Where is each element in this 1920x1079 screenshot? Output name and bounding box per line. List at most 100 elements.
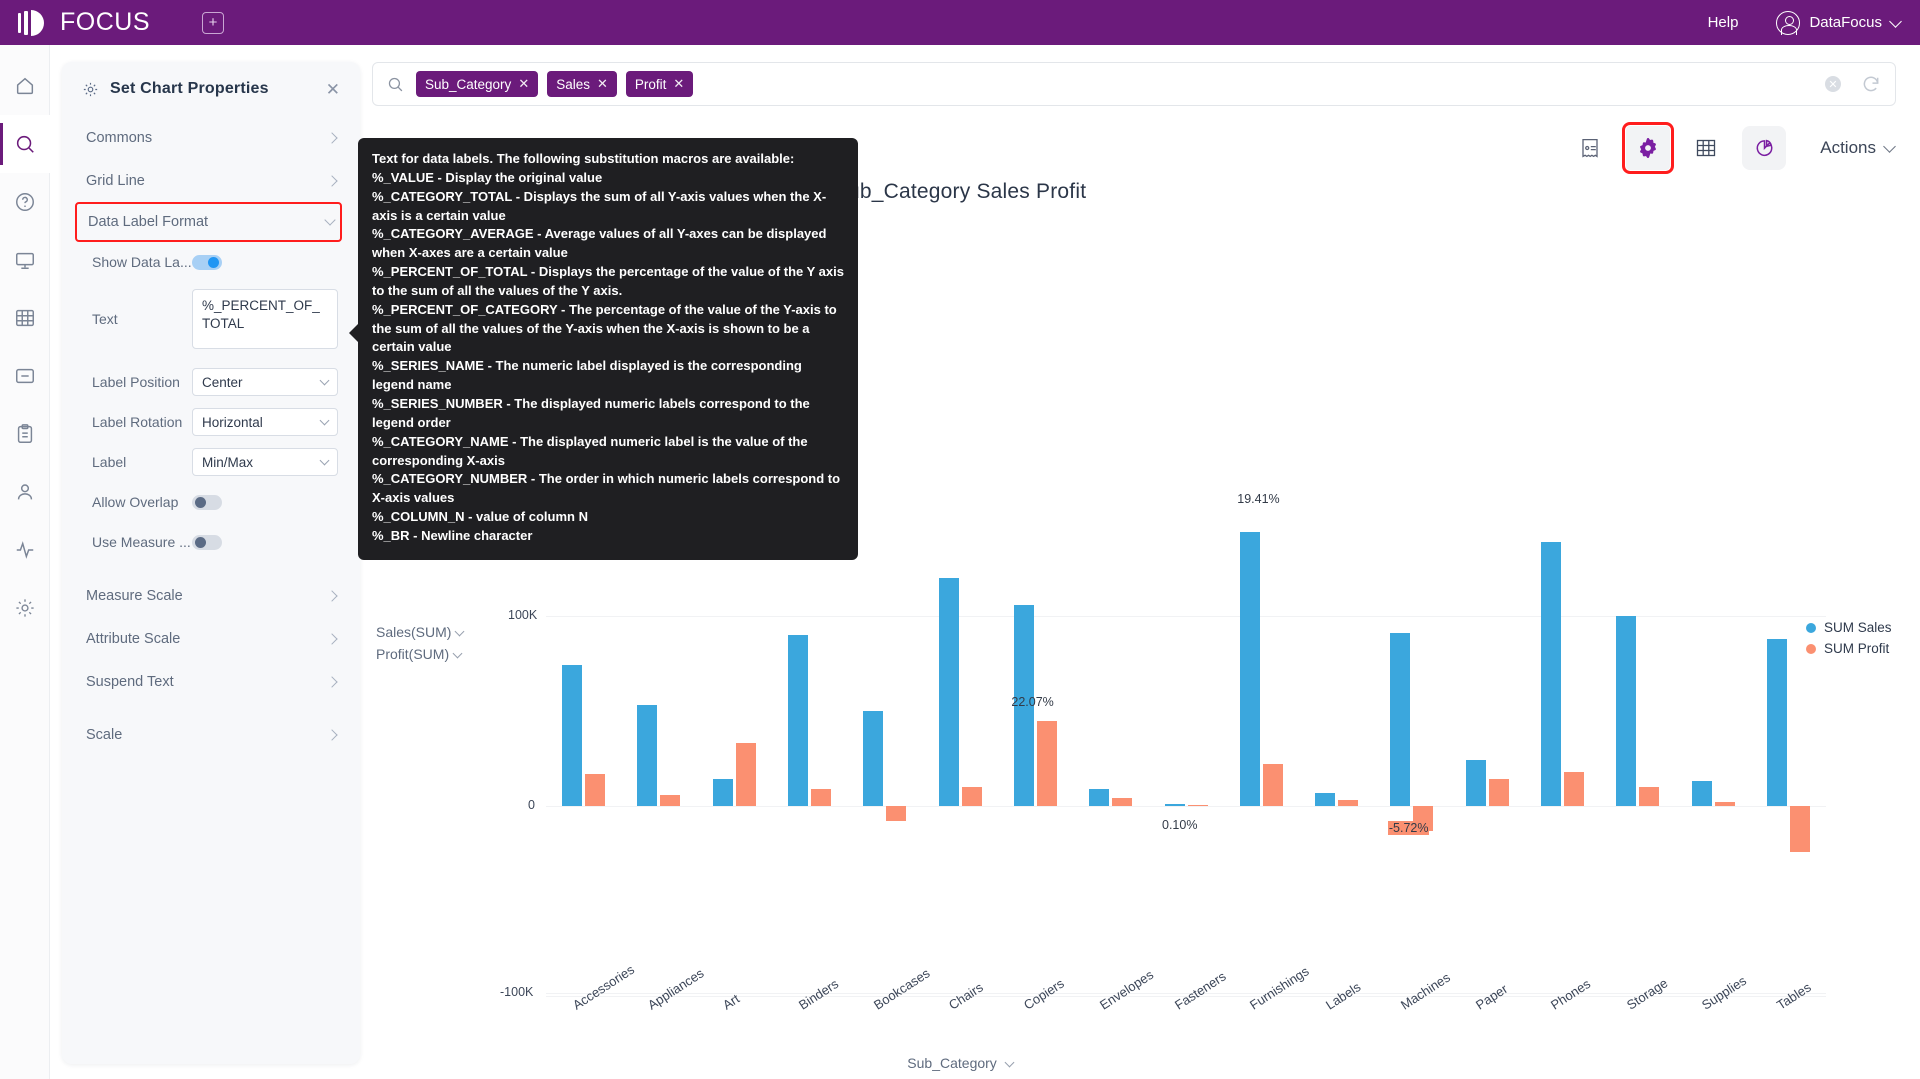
section-commons[interactable]: Commons	[62, 116, 360, 159]
x-axis-tick: Fasteners	[1172, 968, 1229, 1013]
sidebar-item-search[interactable]	[0, 115, 50, 173]
section-measure-scale[interactable]: Measure Scale	[62, 574, 360, 617]
sidebar-item-minus-box[interactable]	[0, 347, 50, 405]
legend-color-swatch	[1806, 622, 1816, 633]
bar-sum-profit[interactable]	[1789, 806, 1810, 852]
section-data-label-format[interactable]: Data Label Format	[75, 202, 342, 242]
bar-sum-profit[interactable]	[1563, 771, 1584, 806]
search-chip-profit[interactable]: Profit ✕	[625, 71, 694, 97]
tooltip-line: %_SERIES_NAME - The numeric label displa…	[372, 358, 802, 393]
bar-sum-sales[interactable]	[1164, 803, 1185, 806]
receipt-icon[interactable]	[1568, 126, 1612, 170]
bar-sum-profit[interactable]	[585, 773, 606, 806]
x-axis-tick: Labels	[1322, 979, 1363, 1013]
label-select[interactable]: Min/Max	[192, 448, 338, 476]
clear-circle-icon[interactable]: ✕	[1825, 76, 1841, 92]
table-grid-icon[interactable]	[1684, 126, 1728, 170]
bar-sum-sales[interactable]	[1315, 792, 1336, 806]
focus-logo-icon	[18, 9, 52, 36]
chevron-right-icon	[326, 131, 338, 144]
chevron-down-icon	[1883, 140, 1896, 153]
search-chip-sub-category[interactable]: Sub_Category ✕	[416, 71, 539, 97]
bar-sum-profit[interactable]	[886, 806, 907, 822]
bar-sum-sales[interactable]	[562, 665, 583, 806]
bar-sum-sales[interactable]	[1239, 532, 1260, 806]
data-label-text-input[interactable]: %_PERCENT_OF_TOTAL	[192, 289, 338, 349]
close-icon[interactable]: ✕	[518, 76, 529, 92]
bar-sum-sales[interactable]	[637, 705, 658, 806]
bar-sum-profit[interactable]	[1112, 798, 1133, 806]
bar-sum-sales[interactable]	[712, 779, 733, 806]
bar-sum-profit[interactable]	[1488, 779, 1509, 806]
bar-sum-sales[interactable]	[788, 635, 809, 806]
section-label: Data Label Format	[88, 214, 209, 230]
bar-sum-profit[interactable]	[1639, 787, 1660, 806]
plus-square-icon[interactable]: +	[202, 11, 224, 34]
close-icon[interactable]: ✕	[597, 76, 608, 92]
bar-sum-profit[interactable]	[1262, 764, 1283, 806]
use-measure-toggle[interactable]	[192, 534, 222, 550]
x-axis-tick: Paper	[1473, 981, 1511, 1013]
x-axis-title[interactable]: Sub_Category	[0, 1055, 1920, 1071]
data-label: -5.72%	[1387, 820, 1430, 835]
bar-sum-sales[interactable]	[863, 711, 884, 806]
bar-sum-sales[interactable]	[1766, 638, 1787, 806]
bar-sum-profit[interactable]	[1187, 805, 1208, 806]
bar-sum-profit[interactable]	[1338, 800, 1359, 806]
search-chip-sales[interactable]: Sales ✕	[547, 71, 617, 97]
sidebar-item-settings[interactable]	[0, 579, 50, 637]
close-icon[interactable]: ✕	[326, 81, 340, 98]
sidebar-item-activity[interactable]	[0, 521, 50, 579]
chevron-down-icon	[319, 375, 330, 386]
legend-label: SUM Sales	[1824, 620, 1892, 635]
label-position-select[interactable]: Center	[192, 368, 338, 396]
field-label-position: Label Position Center	[62, 362, 360, 402]
section-attribute-scale[interactable]: Attribute Scale	[62, 617, 360, 660]
bar-sum-profit[interactable]	[735, 743, 756, 806]
sidebar-item-user[interactable]	[0, 463, 50, 521]
data-label: 22.07%	[1011, 694, 1054, 709]
allow-overlap-toggle[interactable]	[192, 494, 222, 510]
sidebar-item-table[interactable]	[0, 289, 50, 347]
bar-sum-sales[interactable]	[1540, 541, 1561, 806]
bar-sum-profit[interactable]	[1036, 720, 1057, 806]
refresh-icon[interactable]	[1861, 74, 1881, 94]
bar-sum-sales[interactable]	[1616, 616, 1637, 806]
bar-sum-profit[interactable]	[961, 787, 982, 806]
measure-sales[interactable]: Sales(SUM)	[376, 622, 465, 644]
label-rotation-select[interactable]: Horizontal	[192, 408, 338, 436]
gear-icon[interactable]	[1622, 122, 1675, 174]
app-logo[interactable]: FOCUS	[18, 8, 150, 37]
x-axis-tick: Copiers	[1021, 975, 1068, 1013]
show-data-label-toggle[interactable]	[192, 254, 222, 270]
section-scale[interactable]: Scale	[62, 713, 360, 756]
section-suspend-text[interactable]: Suspend Text	[62, 660, 360, 703]
bar-sum-profit[interactable]	[660, 794, 681, 806]
close-icon[interactable]: ✕	[673, 76, 684, 92]
legend-item-sales[interactable]: SUM Sales	[1806, 620, 1892, 635]
chevron-down-icon	[319, 415, 330, 426]
bar-sum-profit[interactable]	[811, 788, 832, 806]
bar-sum-profit[interactable]	[1714, 802, 1735, 806]
legend-item-profit[interactable]: SUM Profit	[1806, 641, 1892, 656]
bar-sum-sales[interactable]	[1089, 788, 1110, 806]
data-label: 19.41%	[1237, 492, 1280, 507]
sidebar-item-clipboard[interactable]	[0, 405, 50, 463]
help-link[interactable]: Help	[1708, 14, 1739, 31]
search-input[interactable]	[702, 76, 1825, 92]
sidebar-item-presentation[interactable]	[0, 231, 50, 289]
measure-profit[interactable]: Profit(SUM)	[376, 644, 463, 666]
user-menu[interactable]: DataFocus	[1776, 10, 1902, 35]
bar-sum-sales[interactable]	[1390, 633, 1411, 806]
bar-sum-sales[interactable]	[938, 578, 959, 806]
bar-sum-sales[interactable]	[1691, 781, 1712, 806]
data-label-text-tooltip: Text for data labels. The following subs…	[349, 138, 858, 560]
x-axis-tick: Furnishings	[1247, 963, 1312, 1013]
bar-sum-sales[interactable]	[1465, 760, 1486, 806]
app-logo-text: FOCUS	[60, 8, 150, 36]
x-axis-tick: Phones	[1548, 975, 1594, 1013]
pie-chart-icon[interactable]	[1742, 126, 1787, 170]
chevron-right-icon	[326, 589, 338, 602]
actions-button[interactable]: Actions	[1820, 138, 1896, 158]
sidebar-item-home[interactable]	[0, 57, 50, 115]
